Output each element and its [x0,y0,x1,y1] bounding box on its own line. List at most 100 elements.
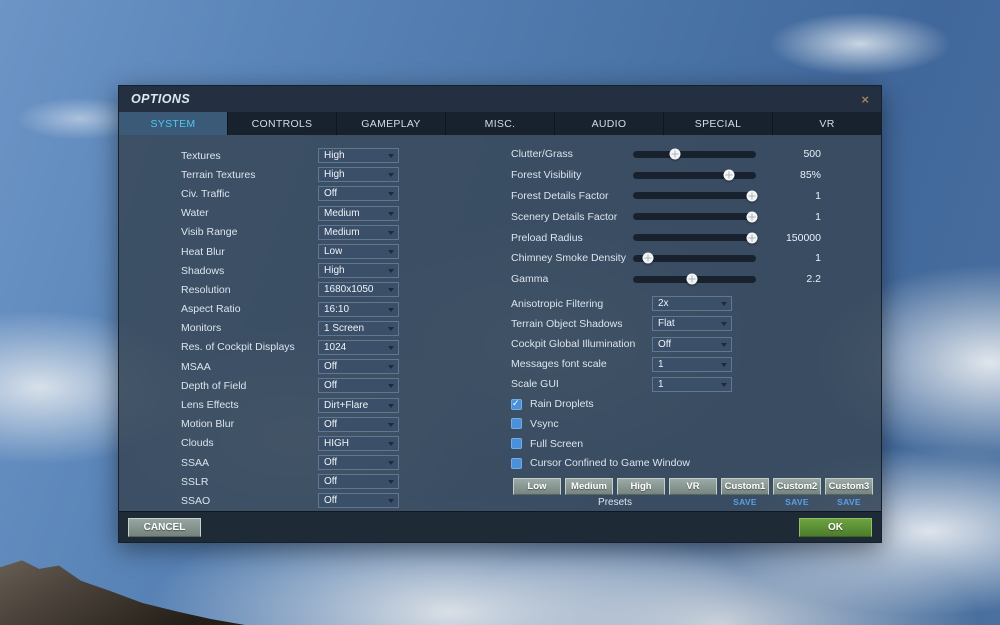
slider-row: Chimney Smoke Density 1 [511,248,881,269]
resolution-dropdown[interactable]: 1680x1050 [318,282,399,298]
checkbox-label: Rain Droplets [530,398,594,411]
slider-row: Gamma 2.2 [511,269,881,290]
presets-caption-row: Presets SAVE SAVE SAVE [511,495,881,510]
setting-row: Resolution 1680x1050 [181,280,507,299]
preload-radius-slider[interactable] [633,232,758,244]
forest-details-factor-slider[interactable] [633,190,758,202]
monitors-dropdown[interactable]: 1 Screen [318,320,399,336]
full-screen-checkbox[interactable] [511,438,522,449]
tab-system[interactable]: SYSTEM [119,112,228,135]
slider-handle[interactable] [723,169,735,181]
ssao-dropdown[interactable]: Off [318,493,399,509]
motion-blur-dropdown[interactable]: Off [318,416,399,432]
setting-row: Lens Effects Dirt+Flare [181,395,507,414]
desktop-background: OPTIONS × SYSTEM CONTROLS GAMEPLAY MISC.… [0,0,1000,625]
setting-label: Textures [181,149,221,162]
dropdown-value: Off [324,457,338,469]
dropdown-value: High [324,150,345,162]
setting-label: Clouds [181,437,214,450]
gamma-slider[interactable] [633,273,756,285]
save-custom2-link[interactable]: SAVE [773,497,821,507]
slider-label: Gamma [511,273,549,286]
sslr-dropdown[interactable]: Off [318,474,399,490]
setting-row: Visib Range Medium [181,223,507,242]
preset-custom3-button[interactable]: Custom3 [825,477,873,495]
water-dropdown[interactable]: Medium [318,205,399,221]
shadows-dropdown[interactable]: High [318,263,399,279]
options-window: OPTIONS × SYSTEM CONTROLS GAMEPLAY MISC.… [118,85,882,543]
slider-handle[interactable] [746,190,758,202]
chimney-smoke-density-slider[interactable] [633,252,756,264]
chevron-down-icon [388,365,394,370]
preset-high-button[interactable]: High [617,477,665,495]
anisotropic-filtering-dropdown[interactable]: 2x [652,296,732,312]
setting-row: Messages font scale 1 [511,354,881,374]
setting-row: Terrain Textures High [181,165,507,184]
slider-handle[interactable] [686,273,698,285]
checkbox-label: Cursor Confined to Game Window [530,457,690,470]
clutter-grass-slider[interactable] [633,148,756,160]
messages-font-scale-dropdown[interactable]: 1 [652,356,732,372]
chevron-down-icon [388,345,394,350]
msaa-dropdown[interactable]: Off [318,359,399,375]
setting-label: Res. of Cockpit Displays [181,341,295,354]
setting-row: Scale GUI 1 [511,374,881,394]
preset-custom1-button[interactable]: Custom1 [721,477,769,495]
slider-handle[interactable] [669,148,681,160]
scale-gui-dropdown[interactable]: 1 [652,376,732,392]
slider-handle[interactable] [642,252,654,264]
depth-of-field-dropdown[interactable]: Off [318,378,399,394]
terrain-object-shadows-dropdown[interactable]: Flat [652,316,732,332]
tab-misc[interactable]: MISC. [446,112,555,135]
right-dropdowns-block: Anisotropic Filtering 2x Terrain Object … [511,294,881,395]
chevron-down-icon [388,250,394,255]
preset-custom2-button[interactable]: Custom2 [773,477,821,495]
preset-medium-button[interactable]: Medium [565,477,613,495]
lens-effects-dropdown[interactable]: Dirt+Flare [318,397,399,413]
cockpit-global-illumination-dropdown[interactable]: Off [652,336,732,352]
setting-row: SSAA Off [181,453,507,472]
clouds-dropdown[interactable]: HIGH [318,435,399,451]
cancel-button[interactable]: CANCEL [128,517,201,537]
preset-vr-button[interactable]: VR [669,477,717,495]
civ-traffic-dropdown[interactable]: Off [318,186,399,202]
ok-button[interactable]: OK [799,517,872,537]
rain-droplets-checkbox[interactable] [511,398,522,410]
scenery-details-factor-slider[interactable] [633,211,758,223]
preset-low-button[interactable]: Low [513,477,561,495]
heat-blur-dropdown[interactable]: Low [318,244,399,260]
textures-dropdown[interactable]: High [318,148,399,164]
dropdown-value: 1680x1050 [324,284,374,296]
tab-controls[interactable]: CONTROLS [228,112,337,135]
chevron-down-icon [388,422,394,427]
close-icon[interactable]: × [861,93,869,106]
setting-label: Cockpit Global Illumination [511,338,636,351]
forest-visibility-slider[interactable] [633,169,756,181]
chevron-down-icon [388,480,394,485]
setting-row: MSAA Off [181,357,507,376]
dropdown-value: High [324,265,345,277]
tab-audio[interactable]: AUDIO [555,112,664,135]
visib-range-dropdown[interactable]: Medium [318,224,399,240]
cockpit-displays-res-dropdown[interactable]: 1024 [318,339,399,355]
terrain-textures-dropdown[interactable]: High [318,167,399,183]
slider-handle[interactable] [746,211,758,223]
tab-special[interactable]: SPECIAL [664,112,773,135]
slider-label: Scenery Details Factor [511,210,618,223]
chevron-down-icon [388,403,394,408]
save-custom3-link[interactable]: SAVE [825,497,873,507]
setting-row: SSLR Off [181,472,507,491]
tab-vr[interactable]: VR [773,112,881,135]
chevron-down-icon [388,288,394,293]
vsync-checkbox[interactable] [511,418,522,430]
setting-label: Visib Range [181,226,238,239]
setting-label: SSAA [181,456,210,469]
ssaa-dropdown[interactable]: Off [318,455,399,471]
chevron-down-icon [721,302,727,307]
save-custom1-link[interactable]: SAVE [721,497,769,507]
aspect-ratio-dropdown[interactable]: 16:10 [318,301,399,317]
cursor-confined-checkbox[interactable] [511,457,522,469]
tab-gameplay[interactable]: GAMEPLAY [337,112,446,135]
setting-row: Motion Blur Off [181,415,507,434]
slider-handle[interactable] [746,232,758,244]
